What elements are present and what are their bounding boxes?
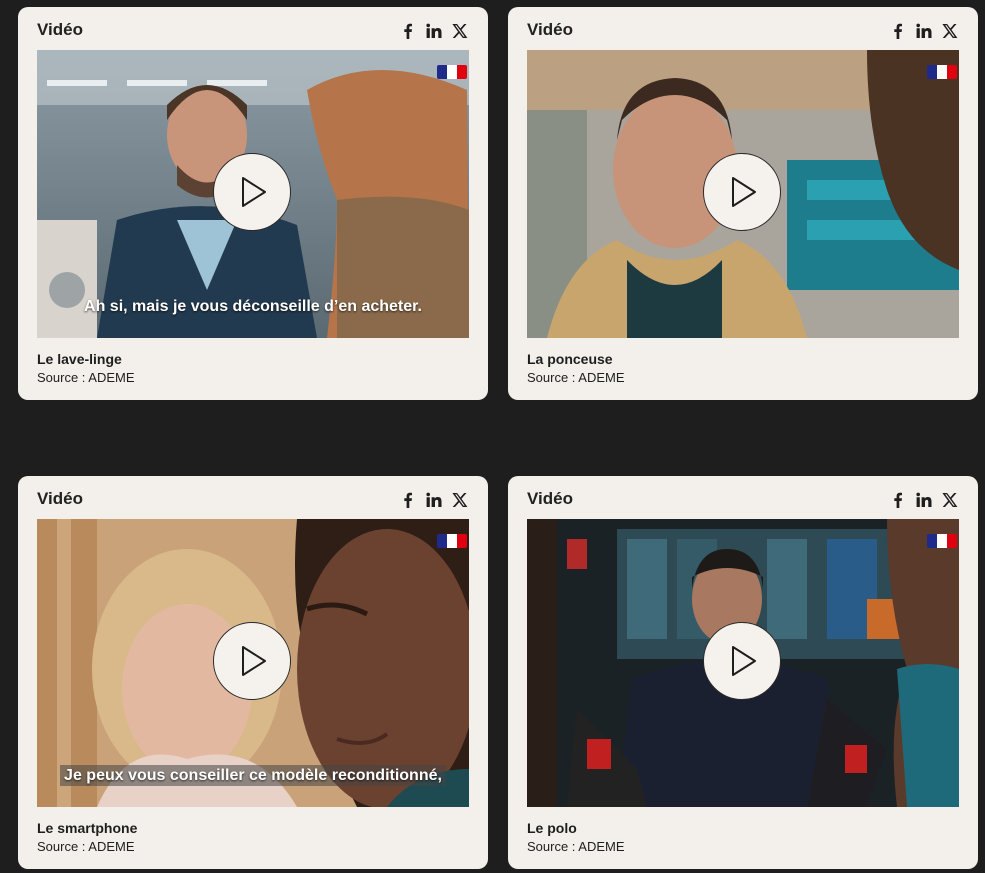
- card-type-label: Vidéo: [37, 20, 83, 39]
- french-republic-flag: [927, 65, 957, 79]
- card-type-label: Vidéo: [37, 489, 83, 508]
- linkedin-icon[interactable]: [426, 23, 442, 39]
- x-icon[interactable]: [452, 492, 468, 508]
- play-button[interactable]: [213, 153, 291, 231]
- share-buttons: [400, 492, 468, 508]
- video-title: Le polo: [527, 820, 577, 836]
- french-republic-flag: [437, 534, 467, 548]
- video-card-smartphone: Vidéo Je peux vous conseiller ce modèle …: [18, 476, 488, 869]
- play-icon: [732, 646, 756, 676]
- linkedin-icon[interactable]: [916, 23, 932, 39]
- facebook-icon[interactable]: [890, 23, 906, 39]
- facebook-icon[interactable]: [400, 23, 416, 39]
- video-player[interactable]: [527, 50, 959, 338]
- video-card-polo: Vidéo Le polo Source: ADEME: [508, 476, 978, 869]
- video-title: La ponceuse: [527, 351, 613, 367]
- linkedin-icon[interactable]: [916, 492, 932, 508]
- share-buttons: [400, 23, 468, 39]
- video-player[interactable]: [527, 519, 959, 807]
- card-header: Vidéo: [37, 21, 468, 45]
- video-title: Le smartphone: [37, 820, 138, 836]
- video-card-lave-linge: Vidéo Ah si, mais je vous déconseille d’…: [18, 7, 488, 400]
- video-source: Source : ADEME: [527, 370, 625, 385]
- video-card-ponceuse: Vidéo La ponceuse Source : ADEME: [508, 7, 978, 400]
- x-icon[interactable]: [942, 23, 958, 39]
- french-republic-flag: [927, 534, 957, 548]
- video-subtitle: Ah si, mais je vous déconseille d’en ach…: [84, 298, 422, 315]
- card-header: Vidéo: [527, 21, 958, 45]
- play-icon: [242, 177, 266, 207]
- video-source: Source : ADEME: [527, 839, 625, 854]
- video-source: Source : ADEME: [37, 839, 135, 854]
- video-source: Source : ADEME: [37, 370, 135, 385]
- video-player[interactable]: Je peux vous conseiller ce modèle recond…: [37, 519, 469, 807]
- play-button[interactable]: [703, 622, 781, 700]
- card-type-label: Vidéo: [527, 489, 573, 508]
- video-subtitle: Je peux vous conseiller ce modèle recond…: [37, 765, 469, 786]
- x-icon[interactable]: [452, 23, 468, 39]
- facebook-icon[interactable]: [400, 492, 416, 508]
- linkedin-icon[interactable]: [426, 492, 442, 508]
- facebook-icon[interactable]: [890, 492, 906, 508]
- x-icon[interactable]: [942, 492, 958, 508]
- share-buttons: [890, 23, 958, 39]
- share-buttons: [890, 492, 958, 508]
- card-header: Vidéo: [527, 490, 958, 514]
- play-button[interactable]: [213, 622, 291, 700]
- french-republic-flag: [437, 65, 467, 79]
- video-title: Le lave-linge: [37, 351, 122, 367]
- play-icon: [732, 177, 756, 207]
- play-icon: [242, 646, 266, 676]
- card-header: Vidéo: [37, 490, 468, 514]
- play-button[interactable]: [703, 153, 781, 231]
- video-player[interactable]: Ah si, mais je vous déconseille d’en ach…: [37, 50, 469, 338]
- card-type-label: Vidéo: [527, 20, 573, 39]
